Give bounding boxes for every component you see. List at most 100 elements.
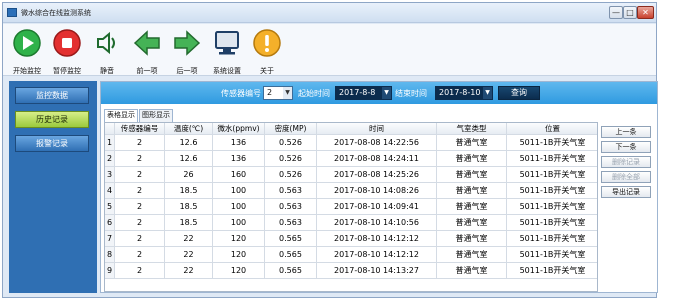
table-header-cell[interactable]: 时间 [317,123,437,135]
table-header-cell[interactable]: 位置 [507,123,597,135]
table-cell: 0.565 [265,263,317,279]
table-cell: 普通气室 [437,183,507,199]
table-cell: 2017-08-10 14:12:12 [317,231,437,247]
warning-icon [253,29,281,57]
play-icon [13,29,41,57]
table-cell: 120 [213,247,265,263]
table-cell: 18.5 [165,215,213,231]
sidebar-item-history[interactable]: 历史记录 [15,111,89,128]
table-cell: 0.563 [265,215,317,231]
query-bar: 传感器编号 2 ▼ 起始时间 2017-8-8 ▼ 结束时间 2017-8-10… [101,82,657,104]
end-time-select[interactable]: 2017-8-10 ▼ [435,86,493,100]
table-cell: 5011-1B开关气室 [507,263,597,279]
sidebar-item-alarm-records[interactable]: 报警记录 [15,135,89,152]
table-header-cell[interactable]: 密度(MP) [265,123,317,135]
table-cell: 0.565 [265,247,317,263]
previous-record-button[interactable]: 上一条 [601,126,651,138]
table-cell: 2017-08-08 14:25:26 [317,167,437,183]
stop-icon [53,29,81,57]
app-window: 微水综合在线监测系统 — □ ✕ 开始监控 暂停监控 静音 前一项 后一项 系统… [2,2,658,298]
table-cell: 普通气室 [437,135,507,151]
arrow-right-icon [174,30,201,56]
sensor-number-select[interactable]: 2 ▼ [263,86,293,100]
about-label: 关于 [260,67,274,75]
end-time-value: 2017-8-10 [439,88,481,97]
table-cell: 普通气室 [437,247,507,263]
table-cell: 2 [115,247,165,263]
sensor-number-value: 2 [267,88,273,97]
history-panel: 传感器编号 2 ▼ 起始时间 2017-8-8 ▼ 结束时间 2017-8-10… [100,81,658,293]
table-cell: 2017-08-10 14:10:56 [317,215,437,231]
title-bar: 微水综合在线监测系统 — □ ✕ [3,3,656,23]
row-number-cell: 7 [105,231,115,247]
table-cell: 18.5 [165,183,213,199]
start-time-select[interactable]: 2017-8-8 ▼ [335,86,392,100]
table-cell: 2 [115,231,165,247]
speaker-icon [97,31,115,55]
table-cell: 136 [213,151,265,167]
table-cell: 160 [213,167,265,183]
close-button[interactable]: ✕ [637,6,654,19]
table-cell: 2017-08-08 14:24:11 [317,151,437,167]
table-cell: 0.563 [265,183,317,199]
table-cell: 100 [213,183,265,199]
table-cell: 2 [115,135,165,151]
table-cell: 2017-08-08 14:22:56 [317,135,437,151]
window-title: 微水综合在线监测系统 [21,9,91,17]
app-icon [7,8,17,17]
tab-chart-view[interactable]: 图形显示 [139,109,173,122]
table-cell: 2017-08-10 14:12:12 [317,247,437,263]
table-header-cell[interactable]: 微水(ppmv) [213,123,265,135]
table-cell: 0.565 [265,231,317,247]
table-cell: 5011-1B开关气室 [507,183,597,199]
table-header-cell[interactable]: 气室类型 [437,123,507,135]
table-cell: 普通气室 [437,231,507,247]
table-cell: 22 [165,247,213,263]
table-cell: 12.6 [165,151,213,167]
row-number-cell: 9 [105,263,115,279]
table-cell: 5011-1B开关气室 [507,247,597,263]
table-cell: 5011-1B开关气室 [507,151,597,167]
table-cell: 5011-1B开关气室 [507,231,597,247]
chevron-down-icon: ▼ [483,87,492,99]
start-time-value: 2017-8-8 [339,88,376,97]
row-number-cell: 2 [105,151,115,167]
table-cell: 2 [115,167,165,183]
row-number-cell: 5 [105,199,115,215]
table-cell: 普通气室 [437,263,507,279]
end-time-label: 结束时间 [395,89,427,98]
table-cell: 2 [115,151,165,167]
next-record-button[interactable]: 下一条 [601,141,651,153]
table-cell: 5011-1B开关气室 [507,135,597,151]
table-cell: 136 [213,135,265,151]
table-cell: 5011-1B开关气室 [507,199,597,215]
table-cell: 22 [165,231,213,247]
table-cell: 0.526 [265,151,317,167]
about-button[interactable]: 关于 [245,26,289,75]
table-header-cell[interactable]: 温度(℃) [165,123,213,135]
delete-all-button[interactable]: 删除全部 [601,171,651,183]
minimize-button[interactable]: — [609,6,623,19]
row-number-cell: 3 [105,167,115,183]
chevron-down-icon: ▼ [382,87,391,99]
sidebar-item-monitor-data[interactable]: 监控数据 [15,87,89,104]
table-cell: 100 [213,215,265,231]
sidebar: 监控数据 历史记录 报警记录 [9,81,97,293]
table-cell: 2 [115,199,165,215]
table-cell: 2 [115,183,165,199]
delete-record-button[interactable]: 删除记录 [601,156,651,168]
table-header-cell[interactable]: 传感器编号 [115,123,165,135]
start-time-label: 起始时间 [298,89,330,98]
toolbar: 开始监控 暂停监控 静音 前一项 后一项 系统设置 关于 [3,24,656,76]
tab-table-view[interactable]: 表格显示 [104,109,138,123]
table-cell: 2017-08-10 14:13:27 [317,263,437,279]
export-records-button[interactable]: 导出记录 [601,186,651,198]
table-cell: 2 [115,263,165,279]
table-cell: 普通气室 [437,199,507,215]
query-button[interactable]: 查询 [498,86,540,100]
history-table: 传感器编号 温度(℃) 微水(ppmv) 密度(MP) 时间 气室类型 位置 1 2 12.6 13… [104,122,598,292]
table-cell: 普通气室 [437,167,507,183]
table-header-corner [105,123,115,135]
row-number-cell: 6 [105,215,115,231]
maximize-button[interactable]: □ [623,6,637,19]
